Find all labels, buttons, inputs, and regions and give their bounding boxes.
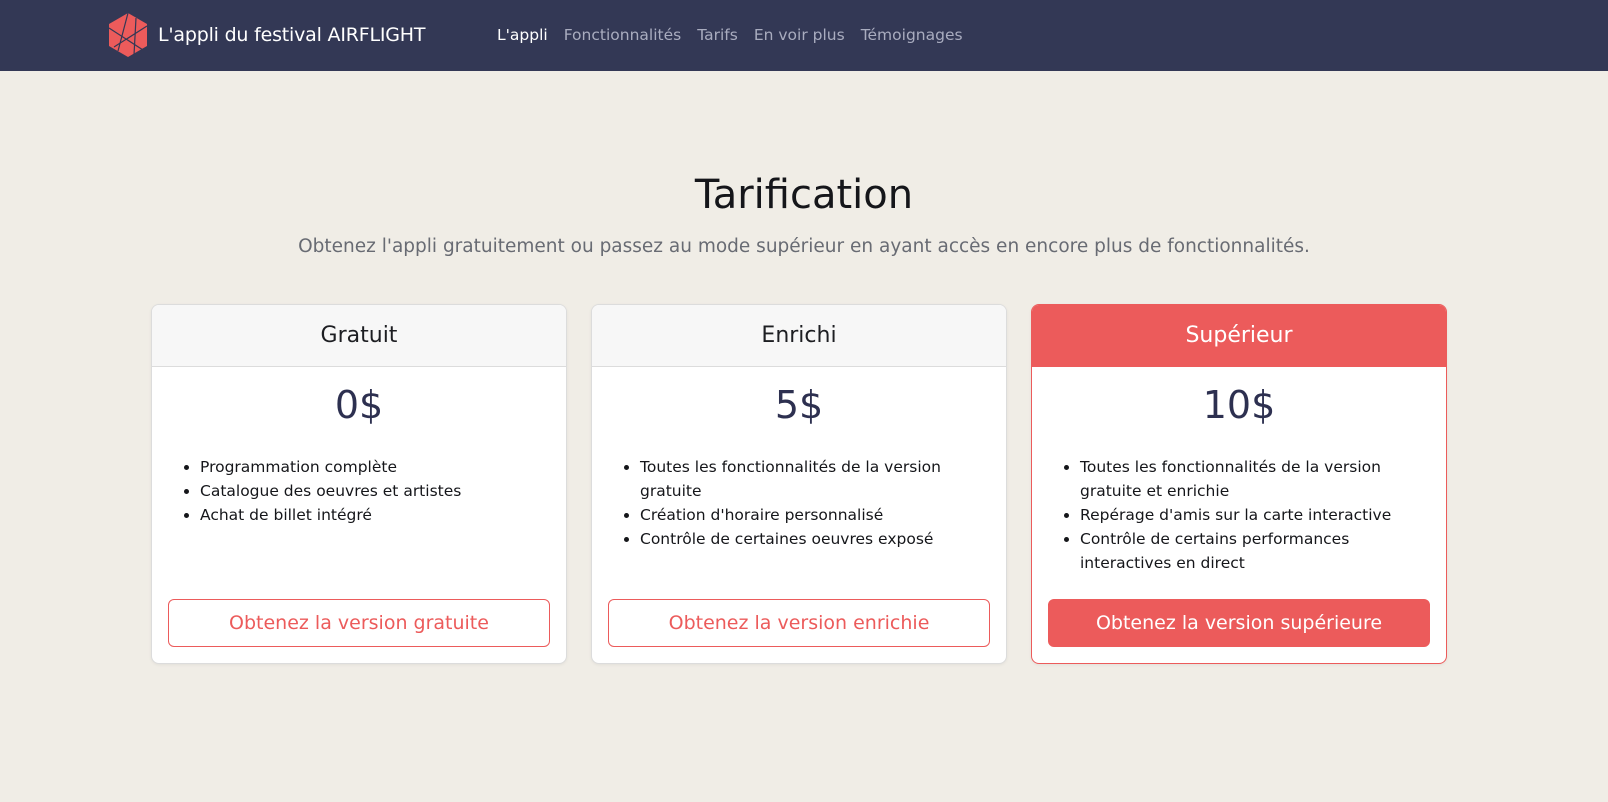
feature-item: Programmation complète <box>200 455 552 479</box>
plan-features: Programmation complète Catalogue des oeu… <box>200 455 552 527</box>
plan-name: Supérieur <box>1032 305 1446 367</box>
pricing-subtitle: Obtenez l'appli gratuitement ou passez a… <box>298 236 1310 257</box>
nav-link-fonctionnalites[interactable]: Fonctionnalités <box>564 26 682 44</box>
feature-item: Achat de billet intégré <box>200 503 552 527</box>
top-navbar: L'appli du festival AIRFLIGHT L'appli Fo… <box>0 0 1608 71</box>
feature-item: Repérage d'amis sur la carte interactive <box>1080 503 1432 527</box>
plan-card-enrichi: Enrichi 5$ Toutes les fonctionnalités de… <box>591 304 1007 664</box>
nav-link-en-voir-plus[interactable]: En voir plus <box>754 26 845 44</box>
feature-item: Toutes les fonctionnalités de la version… <box>1080 455 1432 503</box>
get-superior-version-button[interactable]: Obtenez la version supérieure <box>1048 599 1430 647</box>
plan-features: Toutes les fonctionnalités de la version… <box>1080 455 1432 575</box>
plan-price: 0$ <box>334 383 384 427</box>
plan-name: Gratuit <box>152 305 566 367</box>
plan-name: Enrichi <box>592 305 1006 367</box>
plan-card-gratuit: Gratuit 0$ Programmation complète Catalo… <box>151 304 567 664</box>
plan-card-superieur: Supérieur 10$ Toutes les fonctionnalités… <box>1031 304 1447 664</box>
brand-link[interactable]: L'appli du festival AIRFLIGHT <box>106 10 425 60</box>
feature-item: Contrôle de certains performances intera… <box>1080 527 1432 575</box>
feature-item: Contrôle de certaines oeuvres exposé <box>640 527 992 551</box>
plan-features: Toutes les fonctionnalités de la version… <box>640 455 992 551</box>
feature-item: Catalogue des oeuvres et artistes <box>200 479 552 503</box>
nav-menu: L'appli Fonctionnalités Tarifs En voir p… <box>497 22 979 48</box>
plan-price: 10$ <box>1202 383 1276 427</box>
feature-item: Création d'horaire personnalisé <box>640 503 992 527</box>
nav-link-temoignages[interactable]: Témoignages <box>861 26 963 44</box>
plan-price: 5$ <box>774 383 824 427</box>
get-free-version-button[interactable]: Obtenez la version gratuite <box>168 599 550 647</box>
get-enriched-version-button[interactable]: Obtenez la version enrichie <box>608 599 990 647</box>
feature-item: Toutes les fonctionnalités de la version… <box>640 455 992 503</box>
pricing-title: Tarification <box>694 172 914 218</box>
brand-name: L'appli du festival AIRFLIGHT <box>158 24 426 46</box>
brand-logo-icon <box>108 12 148 57</box>
nav-link-lappli[interactable]: L'appli <box>497 26 548 44</box>
nav-link-tarifs[interactable]: Tarifs <box>697 26 738 44</box>
